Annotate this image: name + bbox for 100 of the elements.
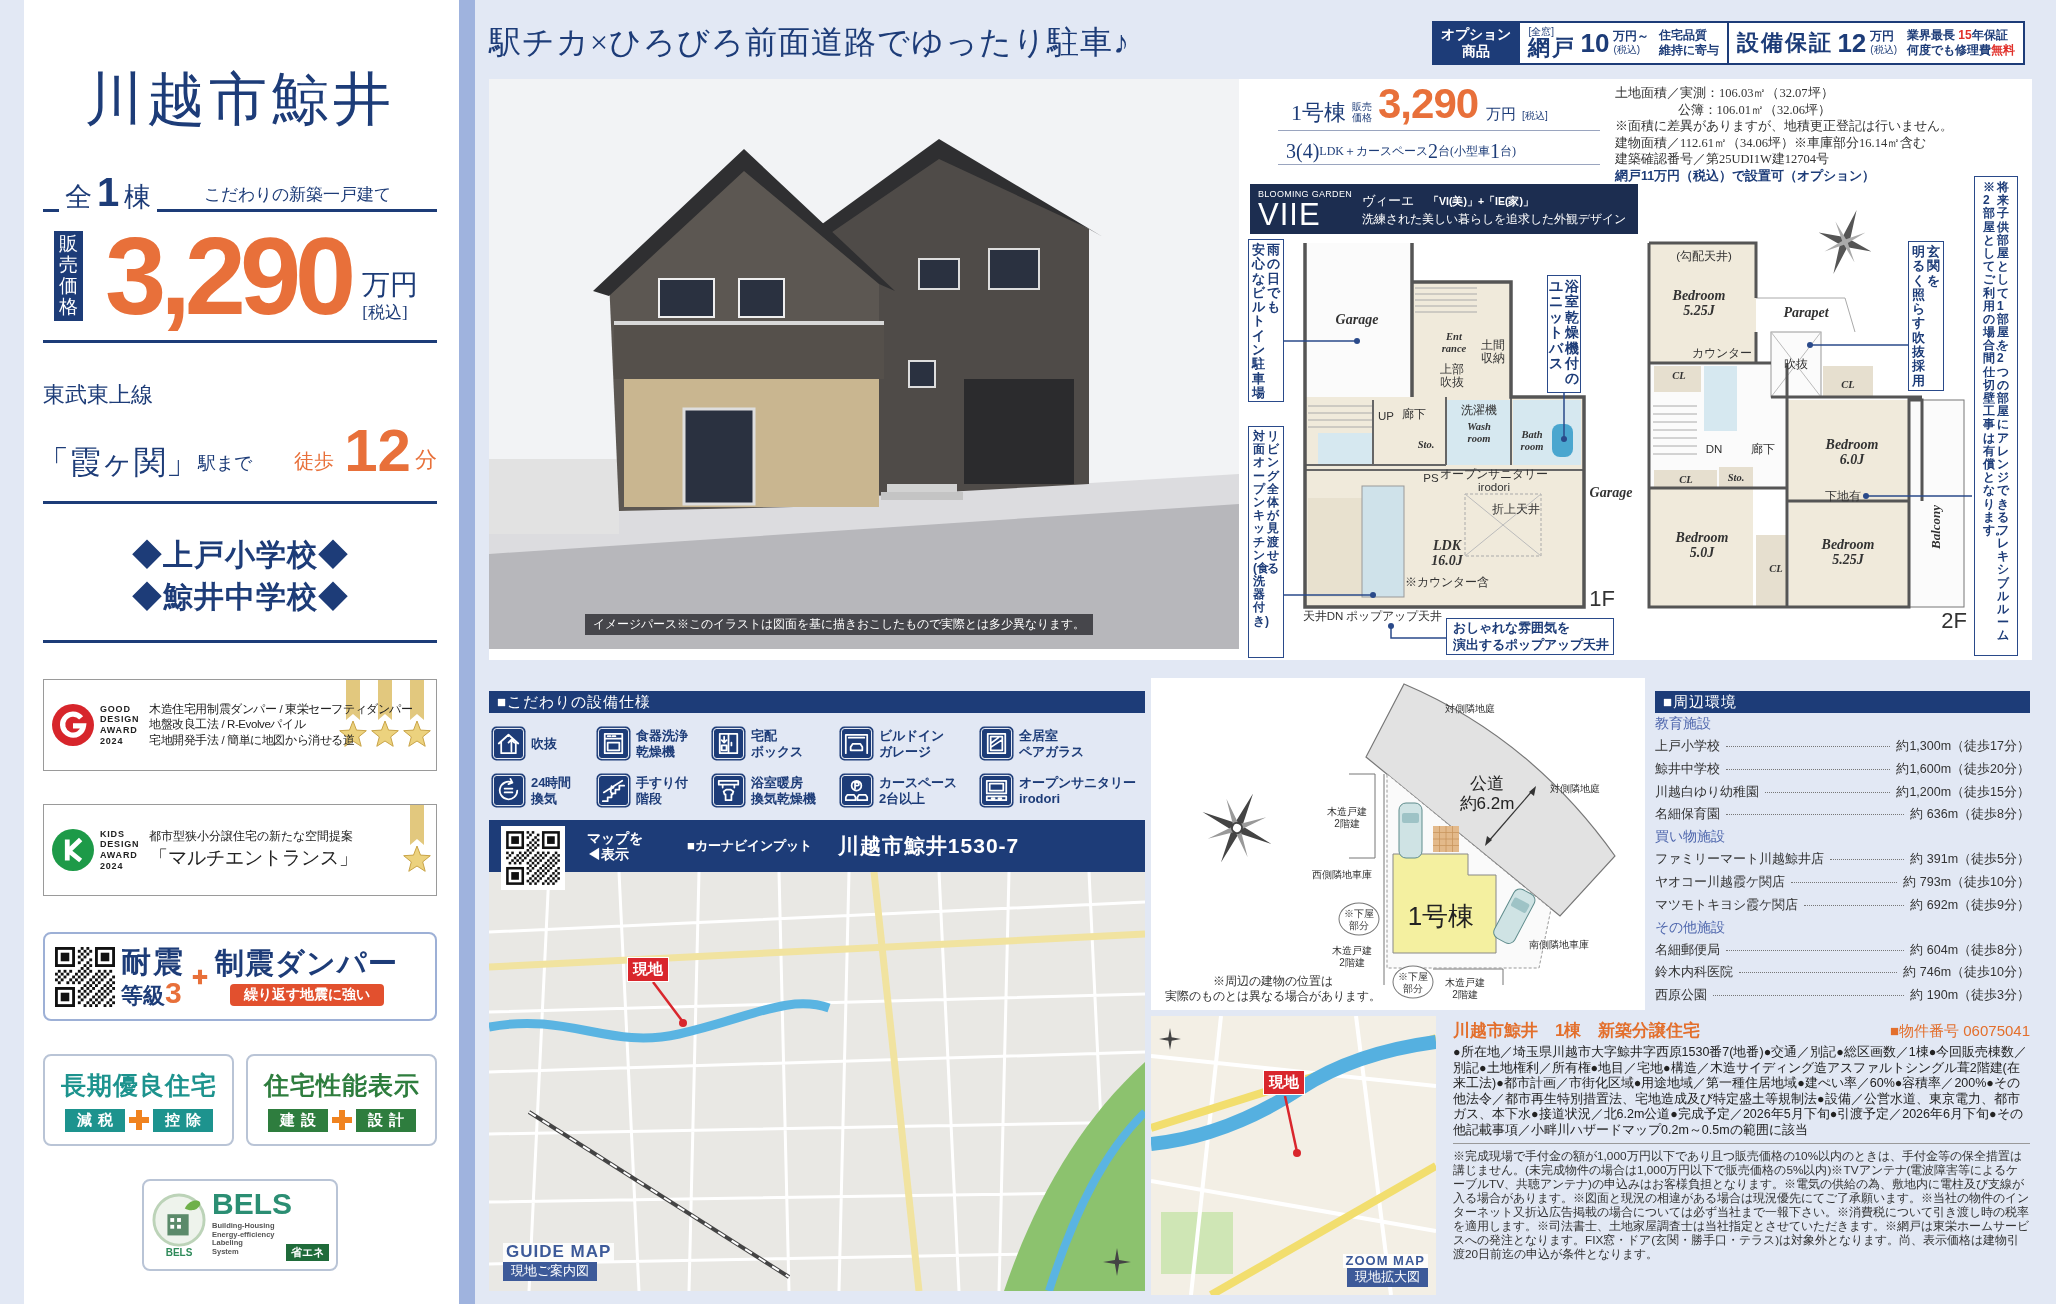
option-label: オプション 商品	[1432, 20, 1521, 65]
energy-tag: 省エネ	[286, 1244, 329, 1261]
spec-line: 建築確認番号／第25UDI1W建12704号	[1615, 151, 1830, 168]
room-label: CL	[1672, 370, 1686, 382]
category-label: 買い物施設	[1655, 828, 1725, 847]
train-line: 東武東上線	[43, 381, 154, 409]
feature-label: 24時間 換気	[531, 774, 572, 807]
room-label: CL	[1841, 379, 1855, 391]
plan-annotation: ※カウンター含	[1405, 575, 1489, 589]
property-number: ■物件番号 06075041	[1890, 1022, 2030, 1041]
room-label: CL	[1769, 563, 1783, 575]
facility-name: ヤオコー川越霞ケ関店	[1655, 873, 1785, 891]
room-label: Garage	[1589, 485, 1633, 501]
facility-name: マツモトキヨシ霞ケ関店	[1655, 896, 1798, 914]
facility-name: 川越白ゆり幼稚園	[1655, 783, 1759, 801]
callout: おしゃれな雰囲気を演出するポップアップ天井	[1446, 618, 1614, 655]
feature-label: 浴室暖房 換気乾燥機	[751, 774, 816, 807]
building-label: 1号棟	[1407, 899, 1475, 933]
map-subtitle: 現地拡大図	[1347, 1268, 1428, 1287]
plan-annotation: 洗濯機	[1461, 403, 1497, 417]
seismic-title: 耐震	[121, 945, 185, 978]
bels-mark: BELS	[165, 1246, 193, 1258]
g-letter-logo-icon	[52, 704, 94, 746]
floor-label: 1F	[1589, 586, 1615, 612]
plan-annotation: 土間収納	[1480, 339, 1506, 365]
school-name: ◆鯨井中学校◆	[130, 579, 350, 615]
room-label: Bedroom 5.0J	[1675, 529, 1729, 561]
price-amount: 3,290	[1378, 80, 1480, 127]
option-price: 12	[1837, 29, 1867, 56]
callout: 雨の日でも安心なビルトイン駐車場	[1248, 239, 1284, 402]
compass-icon	[1818, 210, 1872, 274]
option-note: 何度でも修理費無料	[1907, 42, 2015, 57]
brand-logo: VIIE	[1258, 198, 1321, 230]
spec-line: 建物面積／112.61㎡（34.06坪）※車庫部分16.14㎡含む	[1615, 134, 1928, 151]
parking-icon	[839, 773, 874, 808]
facility-distance: 約 604m（徒歩8分）	[1910, 941, 2030, 959]
tax-note: (税込)	[1613, 43, 1642, 55]
facility-distance: 約 190m（徒歩3分）	[1910, 986, 2030, 1004]
feature-label: 食器洗浄 乾燥機	[636, 727, 688, 760]
room-label: Bath room	[1520, 429, 1544, 453]
disclaimer-text: ※完成現場で手付金の額が1,000万円以下であり且つ販売価格の10%以内のときは、手付金等の保全措置は講じません。(未完成物件の場合は1,000万円以下で販売価格の5%以内)※TVアンテナ(電波障害等によるケーブルTV、共聴アンテナ)の申込みはお客様負担となります。※電気の供給の為、敷地内に電柱及び支線が入る場合があります。※図面と現況の相違がある場合は現況優先にてご了承願います。※当社の物件のインターネット又折込広告掲載の場合については必ず当社まで一報下さい。※消費税について引き渡し時の税率を適用します。※司法書士、土地家屋調査士は当社指定とさせていただきます。※網戸は東栄ホームサービスへの発注となります。FIX窓・ドア(玄関・勝手口・テラス)は対象外となります。尚、表示価格は建物引渡20日前迄の申込が条件となります。	[1453, 1149, 2030, 1261]
circular-arrow-icon	[491, 773, 526, 808]
site-label: 対側隣地庭	[1550, 783, 1600, 795]
section-header: ■周辺環境	[1655, 691, 2030, 713]
price-amount: 3,290	[105, 218, 352, 334]
plan-annotation: 下地有	[1825, 489, 1861, 503]
spec-line: 土地面積／実測：106.03㎡（32.07坪）	[1615, 85, 1835, 102]
room-label: Parapet	[1783, 305, 1829, 321]
slogan-tag: 繰り返す地震に強い	[229, 983, 384, 1006]
facility-name: 西原公園	[1655, 986, 1707, 1004]
facility-distance: 約 636m（徒歩8分）	[1910, 806, 2030, 824]
compass-icon	[1159, 1028, 1181, 1050]
certification-title: 住宅性能表示	[263, 1069, 420, 1101]
award-logo-text: KIDS DESIGN AWARD 2024	[100, 828, 141, 872]
price-unit: 万円～	[1613, 30, 1650, 44]
qr-hint: マップを ◀表示	[587, 829, 643, 863]
site-label: 南側隣地車庫	[1529, 939, 1589, 951]
feature-label: 全居室 ペアガラス	[1019, 727, 1084, 760]
room-label: Balcony	[1928, 504, 1944, 550]
option-price: 10	[1580, 29, 1610, 56]
medal-icon	[402, 805, 432, 875]
tax-note: [税込]	[362, 302, 409, 324]
plus-icon	[191, 967, 209, 986]
note-callout: 将来子供部屋として1部屋を2つの部屋にアレンジできるフレキシブルルーム※2部屋としてご利用の場合、間仕切壁工事は有償となります。	[1974, 176, 2018, 656]
house-leaf-logo-icon	[152, 1192, 206, 1247]
facility-name: 鈴木内科医院	[1655, 964, 1733, 982]
stairs-icon	[596, 773, 631, 808]
spec-line: 網戸11万円（税込）で設置可（オプション）	[1615, 167, 1877, 184]
section-header: ■こだわりの設備仕様	[489, 691, 1145, 713]
plan-annotation: (勾配天井)	[1676, 249, 1732, 263]
grade-number: 3	[165, 978, 182, 1008]
k-letter-logo-icon	[52, 829, 94, 871]
brand-tagline: 洗練された美しい暮らしを追求した外観デザイン	[1362, 211, 1626, 227]
site-label: 対側隣地庭	[1445, 703, 1495, 715]
feature-label: 吹抜	[531, 735, 557, 752]
road-name: 公道	[1469, 774, 1505, 794]
price-label-tag: 販売価格	[54, 231, 83, 321]
room-label: Sto.	[1417, 439, 1435, 451]
paving-area	[1432, 825, 1460, 853]
headline: 駅チカ×ひろびろ前面道路でゆったり駐車♪	[489, 22, 1131, 62]
room-label: Ent rance	[1441, 331, 1467, 355]
shirt-dryer-icon	[711, 773, 746, 808]
brand-label: BLOOMING GARDEN	[1258, 188, 1352, 199]
medal-icon	[402, 680, 432, 750]
map-title: GUIDE MAP	[503, 1243, 615, 1262]
school-name: ◆上戸小学校◆	[130, 537, 350, 573]
plan-annotation: 吹抜	[1784, 357, 1808, 371]
compass-icon	[1202, 793, 1272, 863]
spec-line: 公簿：106.01㎡（32.06坪）	[1676, 101, 1832, 118]
award-text: 地盤改良工法 / R-Evolveパイル	[149, 717, 307, 733]
plan-annotation: 天井DN	[1302, 609, 1344, 623]
option-note: 住宅品質	[1659, 28, 1709, 43]
plan-annotation: オープンサニタリー irodori	[1440, 468, 1548, 494]
leader-line	[1561, 392, 1567, 442]
price-unit: 万円	[1870, 30, 1896, 44]
award-logo-text: GOOD DESIGN AWARD 2024	[100, 703, 141, 747]
damper-title: 制震ダンパー	[215, 947, 398, 981]
bels-title: BELS	[212, 1189, 292, 1219]
option-name: 網戸	[1528, 36, 1577, 59]
facility-name: 鯨井中学校	[1655, 761, 1720, 778]
